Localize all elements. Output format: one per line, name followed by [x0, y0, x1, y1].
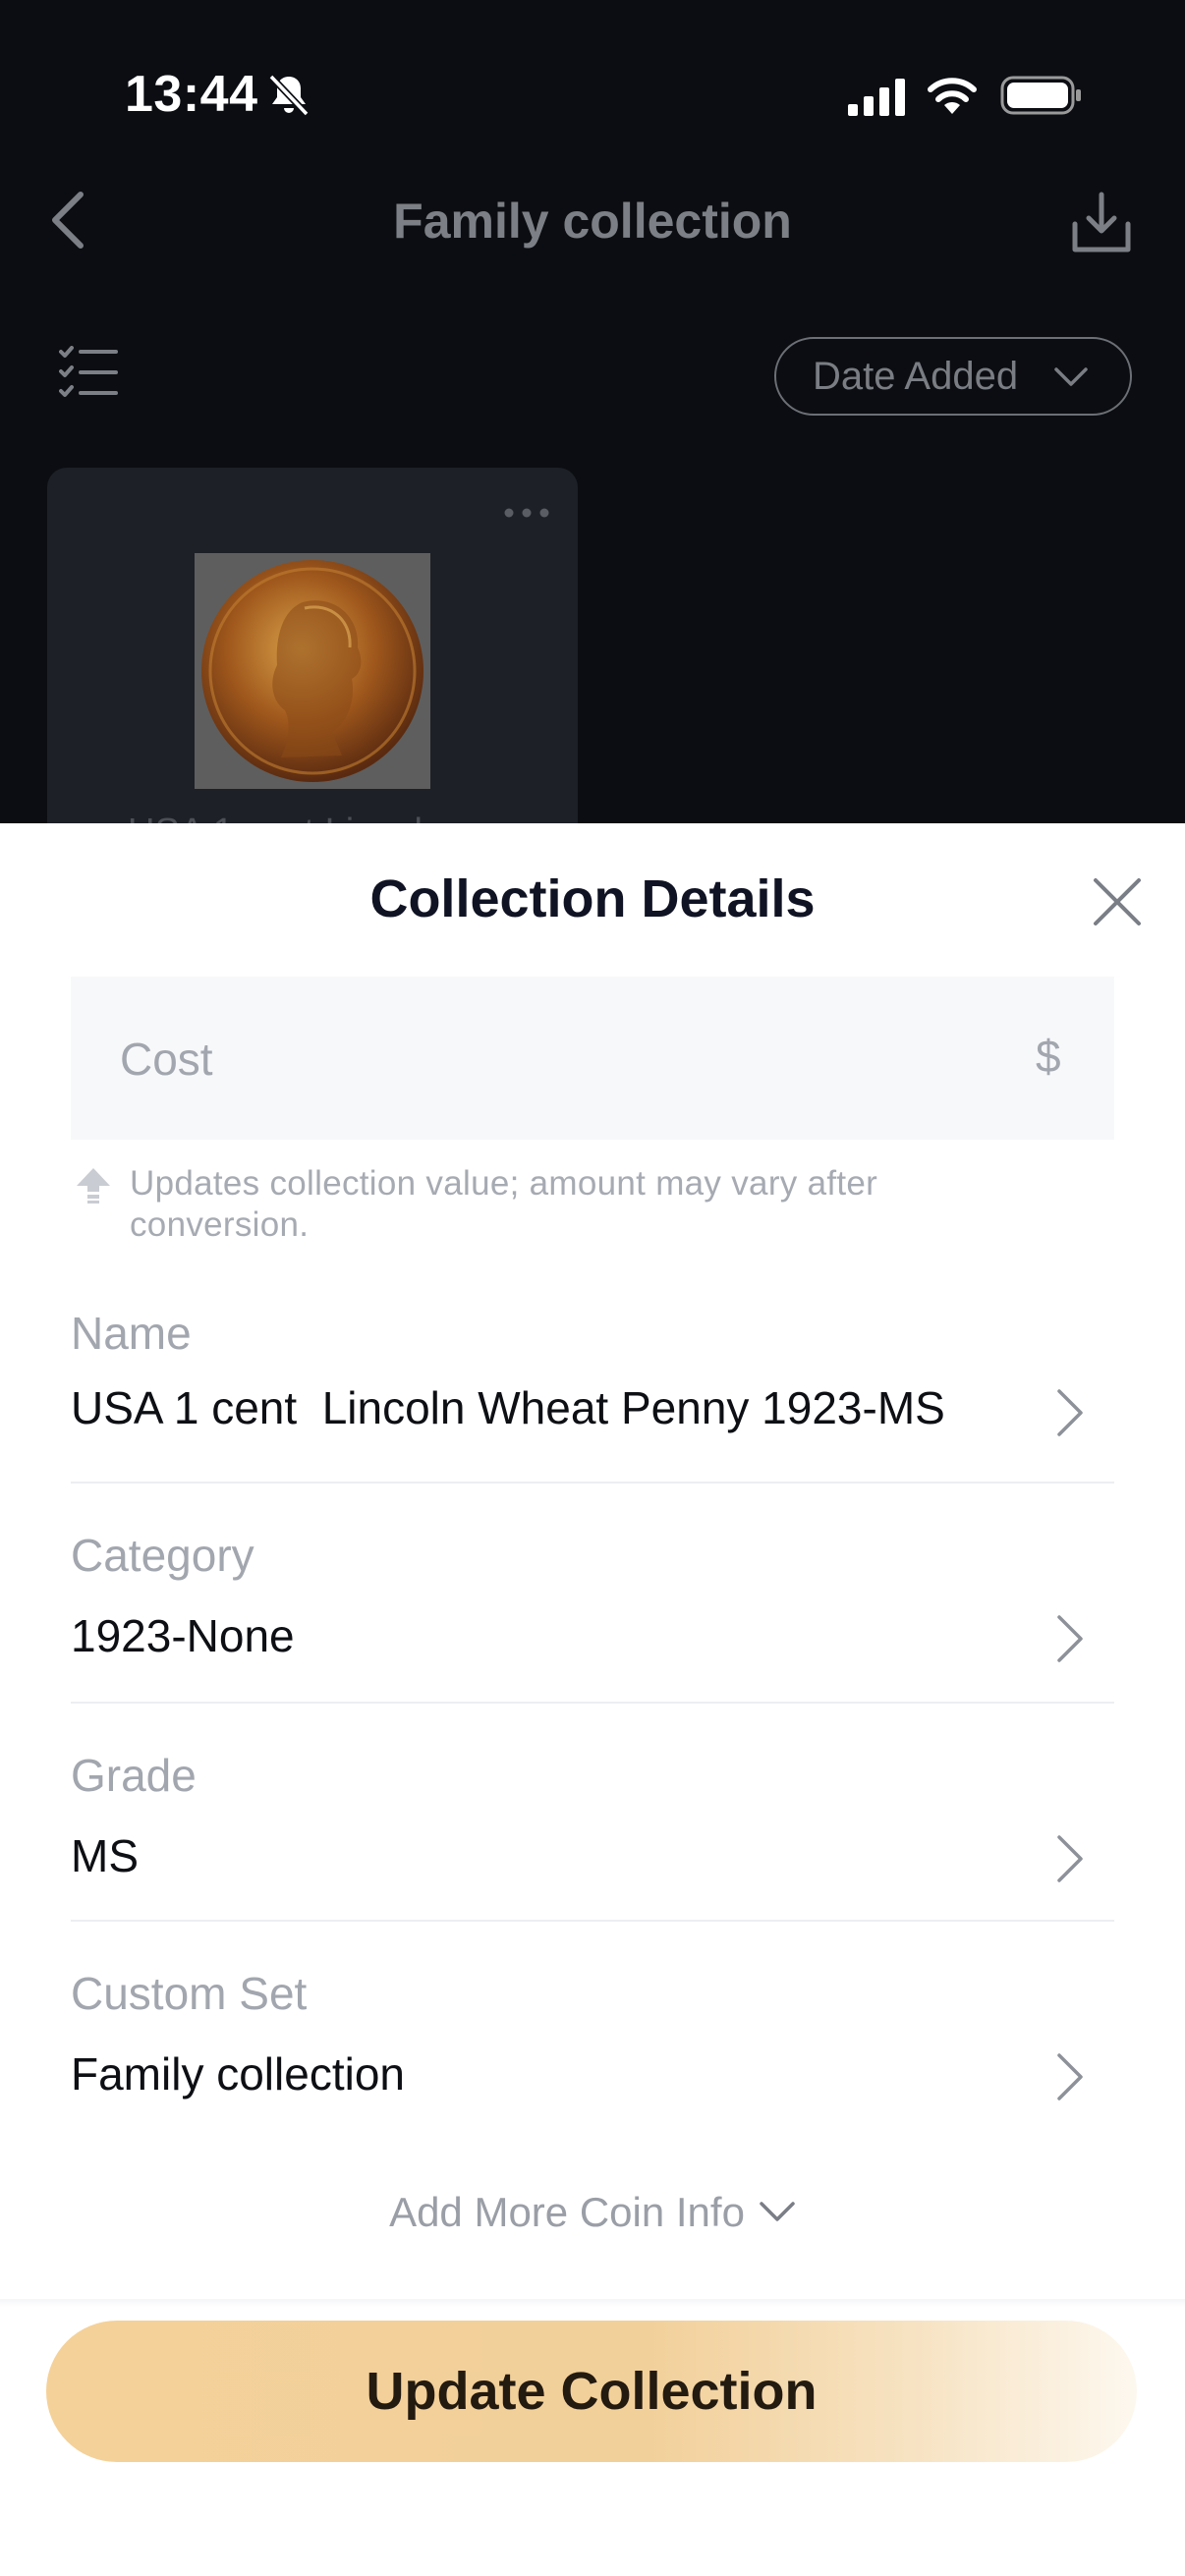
- sort-dropdown-label: Date Added: [813, 354, 1019, 398]
- status-time: 13:44: [125, 66, 258, 123]
- category-value: 1923-None: [71, 1610, 295, 1661]
- grade-label: Grade: [71, 1750, 197, 1801]
- chevron-down-icon: [1054, 367, 1088, 386]
- add-more-info-label: Add More Coin Info: [389, 2189, 745, 2235]
- download-icon[interactable]: [1071, 191, 1132, 253]
- coin-picture: [195, 553, 430, 789]
- category-row[interactable]: Category 1923-None: [71, 1484, 1114, 1704]
- chevron-right-icon: [1057, 2053, 1083, 2100]
- bell-off-icon: [268, 74, 310, 117]
- custom-set-label: Custom Set: [71, 1968, 308, 2019]
- upload-arrow-icon: [77, 1168, 110, 1204]
- custom-set-value: Family collection: [71, 2048, 405, 2100]
- battery-icon: [1000, 76, 1081, 115]
- signal-icon: [848, 79, 905, 116]
- update-collection-button[interactable]: Update Collection: [46, 2321, 1137, 2462]
- cost-hint-text: Updates collection value; amount may var…: [130, 1164, 878, 1244]
- chevron-right-icon: [1057, 1615, 1083, 1662]
- add-more-info-toggle[interactable]: Add More Coin Info: [0, 2189, 1185, 2236]
- wifi-icon: [928, 78, 977, 114]
- name-value: USA 1 cent Lincoln Wheat Penny 1923-MS: [71, 1382, 945, 1433]
- footer-divider: [0, 2299, 1185, 2307]
- collection-page-background: 13:44 Family collection Date Added: [0, 0, 1185, 861]
- currency-symbol: $: [1036, 1031, 1061, 1082]
- grade-value: MS: [71, 1830, 139, 1881]
- name-label: Name: [71, 1308, 192, 1359]
- status-bar: 13:44: [0, 0, 1185, 196]
- cost-field: $: [71, 977, 1114, 1142]
- sort-dropdown[interactable]: Date Added: [774, 337, 1132, 416]
- category-label: Category: [71, 1530, 254, 1581]
- sheet-title: Collection Details: [369, 869, 816, 928]
- coin-thumbnail: [195, 553, 430, 789]
- name-row[interactable]: Name USA 1 cent Lincoln Wheat Penny 1923…: [71, 1299, 1114, 1484]
- app-screen: 13:44 Family collection Date Added Colle…: [0, 0, 1185, 2576]
- more-options-icon[interactable]: [503, 507, 550, 519]
- cost-input[interactable]: [118, 977, 1006, 1142]
- checklist-icon[interactable]: [59, 346, 118, 401]
- page-title: Family collection: [393, 194, 792, 249]
- chevron-right-icon: [1057, 1389, 1083, 1436]
- grade-row[interactable]: Grade MS: [71, 1704, 1114, 1922]
- chevron-down-icon: [760, 2202, 795, 2221]
- chevron-right-icon: [1057, 1835, 1083, 1882]
- custom-set-row[interactable]: Custom Set Family collection: [71, 1922, 1114, 2122]
- close-icon[interactable]: [1091, 875, 1144, 928]
